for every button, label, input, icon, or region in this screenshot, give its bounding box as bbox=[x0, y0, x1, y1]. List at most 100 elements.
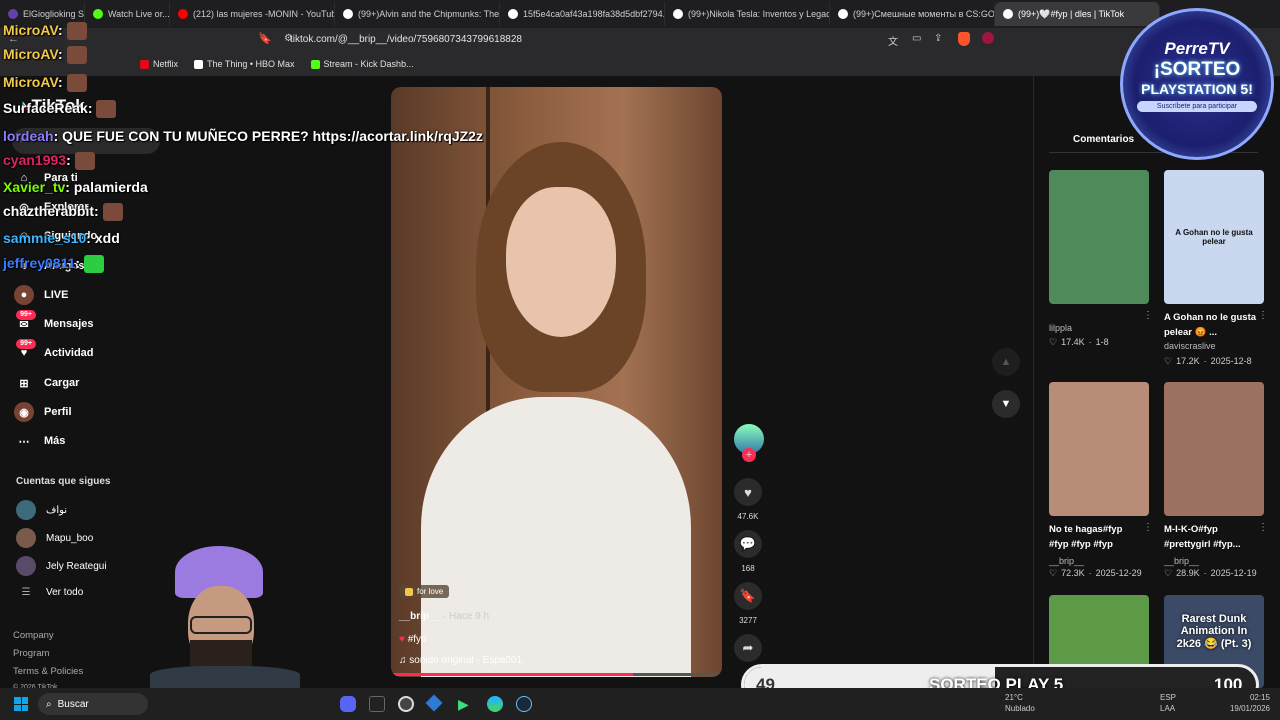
related-caption[interactable]: A Gohan no le gusta pelear 😡 ... bbox=[1164, 310, 1256, 340]
following-item[interactable]: نواف bbox=[16, 500, 67, 520]
kebab-menu-icon[interactable]: ⋮ bbox=[1143, 310, 1153, 321]
kebab-menu-icon[interactable]: ⋮ bbox=[1143, 522, 1153, 533]
heart-outline-icon: ♡ bbox=[1049, 337, 1058, 347]
language-indicator[interactable]: ESP LAA bbox=[1160, 692, 1176, 714]
kebab-menu-icon[interactable]: ⋮ bbox=[1258, 310, 1268, 321]
video-sound[interactable]: ♫ sonido original - Espa001 bbox=[399, 655, 522, 666]
video-player[interactable]: for love __brip__ · Hace 9 h ♥ #fyp ♫ so… bbox=[391, 87, 722, 677]
related-video-thumbnail[interactable] bbox=[1049, 382, 1149, 516]
related-video-thumbnail[interactable] bbox=[1164, 382, 1264, 516]
see-all-link[interactable]: ☰ Ver todo bbox=[16, 587, 84, 598]
browser-tab[interactable]: (212) las mujeres -MONIN - YouTube bbox=[170, 2, 335, 26]
music-note-icon: ♫ bbox=[399, 655, 407, 666]
chat-username: jeffrey0811 bbox=[3, 255, 76, 271]
person-figure bbox=[421, 127, 691, 677]
related-user[interactable]: __brip__ bbox=[1164, 556, 1199, 566]
weather-widget[interactable]: 21°C Nublado bbox=[1005, 692, 1035, 714]
cast-icon[interactable]: ▭ bbox=[912, 33, 921, 44]
creator-avatar[interactable]: + bbox=[734, 424, 764, 462]
related-caption[interactable]: No te hagas#fyp #fyp #fyp #fyp bbox=[1049, 522, 1141, 552]
nav-item-perfil[interactable]: ◉ Perfil bbox=[14, 402, 72, 422]
following-item[interactable]: Jely Reategui bbox=[16, 556, 107, 576]
url-text[interactable]: tiktok.com/@__brip__/video/7596807343799… bbox=[290, 34, 522, 45]
related-caption[interactable]: M-I-K-O#fyp #prettygirl #fyp... bbox=[1164, 522, 1256, 552]
bookmark-item[interactable]: Stream - Kick Dashb... bbox=[310, 59, 414, 69]
next-video-button[interactable]: ▼ bbox=[992, 390, 1020, 418]
video-hashtag[interactable]: #fyp bbox=[408, 634, 427, 645]
chat-emote-icon bbox=[66, 22, 87, 41]
video-author[interactable]: __brip__ bbox=[399, 611, 440, 622]
chat-colon: : bbox=[86, 230, 95, 246]
tab-title: (212) las mujeres -MONIN - YouTube bbox=[193, 9, 335, 19]
heart-outline-icon: ♡ bbox=[1049, 568, 1058, 578]
browser-tab[interactable]: Watch Live or... bbox=[85, 2, 170, 26]
kebab-menu-icon[interactable]: ⋮ bbox=[1258, 522, 1268, 533]
bookmark-item[interactable]: Netflix bbox=[140, 59, 178, 69]
chat-colon: : bbox=[57, 22, 67, 38]
shirt-shape bbox=[421, 397, 691, 677]
brave-rewards-icon[interactable] bbox=[982, 32, 994, 44]
heart-outline-icon: ♡ bbox=[1164, 568, 1173, 578]
steam-icon[interactable] bbox=[516, 696, 532, 712]
nav-label: Más bbox=[44, 435, 66, 447]
like-button[interactable]: ♥ 47.6K bbox=[734, 478, 762, 521]
chat-text: palamierda bbox=[73, 179, 148, 195]
related-stats: ♡ 17.2K · 2025-12-8 bbox=[1164, 356, 1252, 367]
related-video-thumbnail[interactable] bbox=[1049, 170, 1149, 304]
tab-favicon-icon bbox=[343, 9, 353, 19]
tab-comments[interactable]: Comentarios bbox=[1073, 134, 1134, 145]
play-store-icon[interactable]: ▶ bbox=[458, 696, 469, 713]
follow-plus-icon[interactable]: + bbox=[742, 448, 756, 462]
bookmark-icon[interactable]: 🔖 bbox=[258, 32, 272, 45]
related-stats: ♡ 28.9K · 2025-12-19 bbox=[1164, 568, 1257, 579]
clock[interactable]: 02:15 19/01/2026 bbox=[1220, 692, 1270, 714]
nav-item-live[interactable]: ● LIVE bbox=[14, 285, 68, 305]
windows-start-icon[interactable] bbox=[14, 697, 28, 711]
related-likes: 28.9K bbox=[1176, 568, 1200, 578]
browser-tab[interactable]: (99+)🤍#fyp | dles | TikTok bbox=[995, 2, 1160, 26]
brave-shield-icon[interactable] bbox=[958, 32, 970, 46]
video-tag[interactable]: for love bbox=[399, 585, 450, 598]
related-user[interactable]: daviscraslive bbox=[1164, 341, 1216, 351]
video-sound-label: sonido original - Espa001 bbox=[409, 655, 523, 666]
tab-title: ElGioglioking Strea... bbox=[23, 9, 85, 19]
footer-link[interactable]: Terms & Policies bbox=[13, 666, 83, 677]
save-button[interactable]: 🔖 3277 bbox=[734, 582, 762, 625]
heart-outline-icon: ♡ bbox=[1164, 356, 1173, 366]
chevron-down-icon: ▼ bbox=[1000, 398, 1012, 410]
translate-icon[interactable]: 文 bbox=[888, 33, 898, 48]
nav-badge: 99+ bbox=[16, 339, 36, 349]
badge-title-2: PLAYSTATION 5! bbox=[1141, 81, 1253, 97]
browser-tab[interactable]: (99+)Смешные моменты в CS:GO... bbox=[830, 2, 995, 26]
browser-icon[interactable] bbox=[487, 696, 503, 712]
discord-icon[interactable] bbox=[340, 696, 356, 712]
nav-item-m-s[interactable]: ⋯ Más bbox=[14, 431, 66, 451]
video-time: · Hace 9 h bbox=[442, 611, 490, 622]
share-icon[interactable]: ⇪ bbox=[934, 33, 942, 44]
following-title: Cuentas que sigues bbox=[16, 476, 111, 487]
comment-button[interactable]: 💬 168 bbox=[734, 530, 762, 573]
footer-link[interactable]: Program bbox=[13, 648, 49, 659]
browser-tab[interactable]: (99+)Nikola Tesla: Inventos y Legad... bbox=[665, 2, 830, 26]
following-item[interactable]: Mapu_boo bbox=[16, 528, 93, 548]
related-user[interactable]: __brip__ bbox=[1049, 556, 1084, 566]
bookmark-item[interactable]: The Thing • HBO Max bbox=[194, 59, 295, 69]
chat-message: MicroAV: bbox=[3, 46, 87, 65]
browser-tab[interactable]: 15f5e4ca0af43a198fa38d5dbf2794... bbox=[500, 2, 665, 26]
browser-tab[interactable]: (99+)Alvin and the Chipmunks: The... bbox=[335, 2, 500, 26]
previous-video-button[interactable]: ▲ bbox=[992, 348, 1020, 376]
avatar bbox=[16, 556, 36, 576]
chat-username: MicroAV bbox=[3, 74, 58, 90]
video-progress-track[interactable] bbox=[391, 673, 722, 676]
related-video-thumbnail[interactable]: A Gohan no le gusta pelear bbox=[1164, 170, 1264, 304]
terminal-icon[interactable] bbox=[369, 696, 385, 712]
share-button[interactable]: ➦ bbox=[734, 634, 762, 668]
related-user[interactable]: lilppla bbox=[1049, 323, 1072, 333]
taskbar-search[interactable]: ⌕ Buscar bbox=[38, 693, 148, 715]
obs-icon[interactable] bbox=[398, 696, 414, 712]
separator: · bbox=[1203, 356, 1207, 366]
nav-item-cargar[interactable]: ⊞ Cargar bbox=[14, 373, 79, 393]
footer-link[interactable]: Company bbox=[13, 630, 54, 641]
chat-colon: : bbox=[94, 203, 103, 219]
app-diamond-icon[interactable] bbox=[425, 694, 443, 712]
